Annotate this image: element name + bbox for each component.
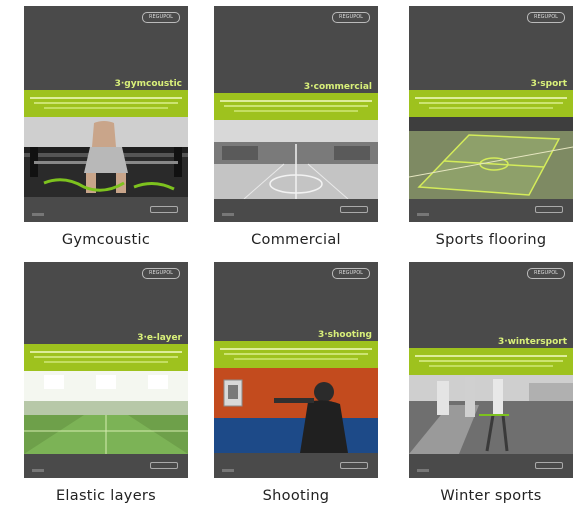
brochure-label[interactable]: Sports flooring bbox=[399, 232, 583, 248]
brochure-cover[interactable]: REGUPOL 3·shooting bbox=[214, 262, 378, 478]
winter-sports-photo bbox=[409, 375, 573, 454]
brochure-card-elastic-layers[interactable]: REGUPOL 3·e-layer Elastic layers bbox=[24, 262, 188, 518]
brochure-cover[interactable]: REGUPOL 3·e-layer bbox=[24, 262, 188, 478]
brochure-grid: REGUPOL 3·gymcoustic Gymcoustic REGUPOL … bbox=[0, 0, 588, 524]
brochure-brand: 3·e-layer bbox=[137, 333, 182, 343]
brochure-band bbox=[214, 93, 378, 120]
brochure-card-sports-flooring[interactable]: REGUPOL 3·sport Sports flooring bbox=[409, 6, 573, 262]
sports-court-photo bbox=[409, 117, 573, 199]
brochure-cover[interactable]: REGUPOL 3·wintersport bbox=[409, 262, 573, 478]
brochure-band bbox=[409, 90, 573, 117]
brochure-cover[interactable]: REGUPOL 3·sport bbox=[409, 6, 573, 222]
brochure-band bbox=[409, 348, 573, 375]
shooting-range-photo bbox=[214, 368, 378, 453]
regupol-logo: REGUPOL bbox=[527, 12, 565, 23]
regupol-logo: REGUPOL bbox=[332, 268, 370, 279]
commercial-photo bbox=[214, 120, 378, 199]
regupol-logo: REGUPOL bbox=[142, 12, 180, 23]
brochure-cover[interactable]: REGUPOL 3·commercial bbox=[214, 6, 378, 222]
brochure-label[interactable]: Shooting bbox=[204, 488, 388, 504]
regupol-logo: REGUPOL bbox=[527, 268, 565, 279]
hall-photo bbox=[24, 371, 188, 454]
brochure-card-gymcoustic[interactable]: REGUPOL 3·gymcoustic Gymcoustic bbox=[24, 6, 188, 262]
brochure-brand: 3·gymcoustic bbox=[114, 79, 182, 89]
brochure-band bbox=[24, 344, 188, 371]
brochure-label[interactable]: Gymcoustic bbox=[14, 232, 198, 248]
regupol-logo: REGUPOL bbox=[142, 268, 180, 279]
regupol-logo: REGUPOL bbox=[332, 12, 370, 23]
gym-photo bbox=[24, 117, 188, 197]
brochure-cover[interactable]: REGUPOL 3·gymcoustic bbox=[24, 6, 188, 222]
brochure-card-commercial[interactable]: REGUPOL 3·commercial Commercial bbox=[214, 6, 378, 262]
brochure-brand: 3·commercial bbox=[303, 82, 372, 92]
brochure-card-winter-sports[interactable]: REGUPOL 3·wintersport Winter sports bbox=[409, 262, 573, 518]
brochure-band bbox=[24, 90, 188, 117]
brochure-brand: 3·sport bbox=[530, 79, 567, 89]
brochure-card-shooting[interactable]: REGUPOL 3·shooting Shooting bbox=[214, 262, 378, 518]
brochure-label[interactable]: Commercial bbox=[204, 232, 388, 248]
brochure-label[interactable]: Winter sports bbox=[399, 488, 583, 504]
brochure-brand: 3·shooting bbox=[317, 330, 372, 340]
brochure-brand: 3·wintersport bbox=[497, 337, 567, 347]
brochure-label[interactable]: Elastic layers bbox=[14, 488, 198, 504]
brochure-band bbox=[214, 341, 378, 368]
